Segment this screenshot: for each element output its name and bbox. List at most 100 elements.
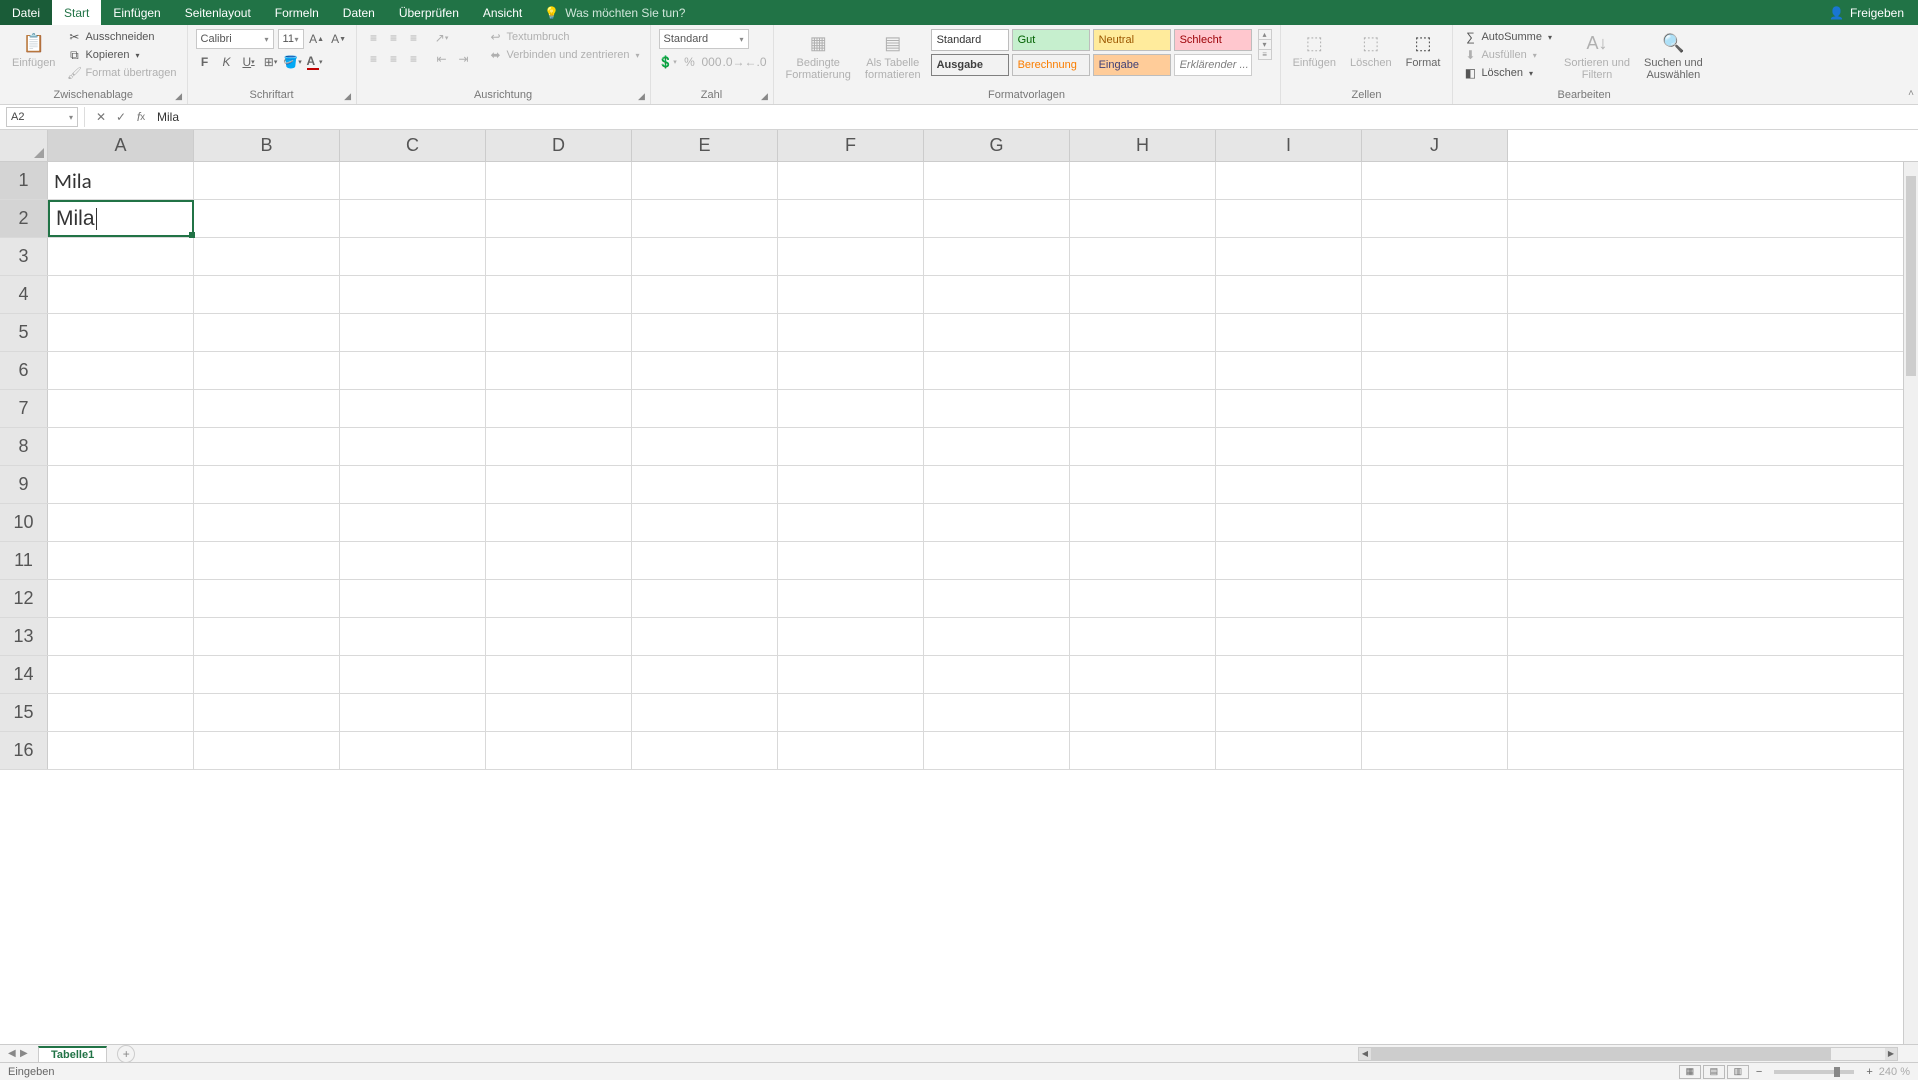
cell[interactable] [632, 390, 778, 427]
percent-icon[interactable]: % [681, 53, 699, 71]
row-header[interactable]: 12 [0, 580, 48, 617]
cell[interactable] [632, 618, 778, 655]
column-header-a[interactable]: A [48, 130, 194, 161]
view-page-break-icon[interactable]: ▥ [1727, 1065, 1749, 1079]
cell[interactable] [48, 466, 194, 503]
cell[interactable] [194, 504, 340, 541]
cell[interactable] [1070, 618, 1216, 655]
share-button[interactable]: 👤 Freigeben [1815, 0, 1918, 25]
cell[interactable] [924, 276, 1070, 313]
name-box[interactable]: A2▾ [6, 107, 78, 127]
insert-cells-button[interactable]: ⬚ Einfügen [1289, 29, 1340, 71]
cell[interactable] [486, 466, 632, 503]
decrease-decimal-icon[interactable]: ←.0 [747, 53, 765, 71]
view-page-layout-icon[interactable]: ▤ [1703, 1065, 1725, 1079]
cell[interactable] [194, 428, 340, 465]
cell[interactable] [632, 656, 778, 693]
cell[interactable] [340, 542, 486, 579]
sheet-nav-prev-icon[interactable]: ◀ [8, 1048, 18, 1059]
cell[interactable] [486, 580, 632, 617]
cell[interactable] [924, 352, 1070, 389]
tab-seitenlayout[interactable]: Seitenlayout [173, 0, 263, 25]
style-neutral[interactable]: Neutral [1093, 29, 1171, 51]
increase-indent-icon[interactable]: ⇥ [455, 50, 473, 68]
cell[interactable] [778, 580, 924, 617]
cell[interactable] [1362, 694, 1508, 731]
cell[interactable] [1070, 314, 1216, 351]
cell[interactable] [632, 542, 778, 579]
cell[interactable] [340, 162, 486, 199]
align-middle-icon[interactable]: ≡ [385, 29, 403, 47]
cell[interactable] [340, 238, 486, 275]
cell[interactable] [1216, 390, 1362, 427]
cell[interactable] [194, 580, 340, 617]
cell[interactable] [1070, 390, 1216, 427]
row-header[interactable]: 16 [0, 732, 48, 769]
autosum-button[interactable]: ∑AutoSumme▾ [1461, 29, 1554, 45]
cell[interactable] [486, 694, 632, 731]
cell[interactable] [486, 200, 632, 237]
cut-button[interactable]: ✂Ausschneiden [65, 29, 178, 45]
cell[interactable] [1362, 656, 1508, 693]
cell[interactable] [1070, 200, 1216, 237]
cell[interactable] [1362, 542, 1508, 579]
font-name-combo[interactable]: Calibri▾ [196, 29, 274, 49]
cell[interactable] [924, 542, 1070, 579]
increase-font-icon[interactable]: A▲ [308, 30, 326, 48]
cell[interactable] [1362, 314, 1508, 351]
cell[interactable] [194, 542, 340, 579]
cell[interactable] [48, 618, 194, 655]
cell[interactable] [632, 200, 778, 237]
column-header-h[interactable]: H [1070, 130, 1216, 161]
tab-ansicht[interactable]: Ansicht [471, 0, 534, 25]
style-eingabe[interactable]: Eingabe [1093, 54, 1171, 76]
column-header-i[interactable]: I [1216, 130, 1362, 161]
font-size-combo[interactable]: 11▾ [278, 29, 304, 49]
wrap-text-button[interactable]: ↩Textumbruch [487, 29, 642, 45]
cell[interactable] [1070, 732, 1216, 769]
cell[interactable] [340, 466, 486, 503]
cell[interactable] [1070, 428, 1216, 465]
conditional-formatting-button[interactable]: ▦ Bedingte Formatierung [782, 29, 855, 83]
cell[interactable] [924, 238, 1070, 275]
cell[interactable] [486, 276, 632, 313]
cell[interactable] [486, 238, 632, 275]
cell[interactable] [1070, 504, 1216, 541]
cell-a2[interactable]: Mila [48, 200, 194, 237]
cell[interactable] [1216, 428, 1362, 465]
cell[interactable] [486, 732, 632, 769]
cell[interactable] [1070, 352, 1216, 389]
cell[interactable] [194, 466, 340, 503]
row-header[interactable]: 10 [0, 504, 48, 541]
insert-function-button[interactable]: fx [131, 107, 151, 127]
dialog-launcher-icon[interactable]: ◢ [173, 90, 185, 102]
style-ausgabe[interactable]: Ausgabe [931, 54, 1009, 76]
dialog-launcher-icon[interactable]: ◢ [636, 90, 648, 102]
align-bottom-icon[interactable]: ≡ [405, 29, 423, 47]
cell[interactable] [632, 314, 778, 351]
zoom-slider[interactable] [1774, 1070, 1854, 1074]
decrease-indent-icon[interactable]: ⇤ [433, 50, 451, 68]
cell[interactable] [1070, 276, 1216, 313]
cell[interactable] [486, 618, 632, 655]
add-sheet-button[interactable]: + [117, 1045, 135, 1063]
orientation-icon[interactable]: ↗▾ [433, 29, 451, 47]
cell[interactable] [924, 314, 1070, 351]
cell[interactable] [1216, 200, 1362, 237]
cell[interactable] [486, 656, 632, 693]
style-berechnung[interactable]: Berechnung [1012, 54, 1090, 76]
cell[interactable] [340, 390, 486, 427]
cell[interactable] [632, 352, 778, 389]
delete-cells-button[interactable]: ⬚ Löschen [1346, 29, 1396, 71]
zoom-level[interactable]: 240 % [1879, 1066, 1910, 1078]
cell[interactable] [778, 314, 924, 351]
cell[interactable] [340, 200, 486, 237]
cell[interactable] [48, 276, 194, 313]
align-center-icon[interactable]: ≡ [385, 50, 403, 68]
cell[interactable] [194, 200, 340, 237]
cell[interactable] [1070, 580, 1216, 617]
column-header-f[interactable]: F [778, 130, 924, 161]
cell[interactable] [924, 580, 1070, 617]
scrollbar-thumb[interactable] [1371, 1048, 1831, 1060]
cell[interactable] [1216, 162, 1362, 199]
